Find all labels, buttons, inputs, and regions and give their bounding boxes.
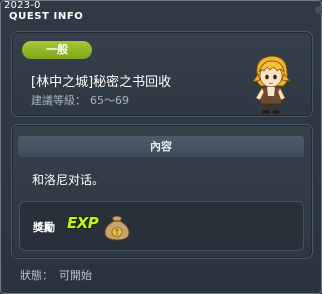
recommended-level: 建議等級： 65～69 [31,92,129,108]
level-label: 建議等級： [31,94,86,107]
year-label: 2023-0 [4,0,41,11]
exp-reward-icon: EXP [67,214,99,232]
status-label: 狀態： [20,269,53,282]
window-title: QUEST INFO [9,11,84,22]
content-header: 內容 [18,136,304,157]
npc-character-icon [252,55,291,114]
close-icon[interactable] [315,6,322,14]
quest-description: 和洛尼对话。 [32,173,105,187]
reward-box: 獎勵 EXP [19,201,304,251]
status-value: 可開始 [59,269,92,282]
quest-content-card: 內容 和洛尼对话。 獎勵 EXP [11,124,313,259]
reward-label: 獎勵 [33,221,55,234]
quest-name: [林中之城]秘密之书回收 [31,75,172,90]
quest-info-window: 2023-0 QUEST INFO 一般 [林中之城]秘密之书回收 建議等級： 6… [0,0,322,294]
quest-status: 狀態： 可開始 [20,267,92,283]
meso-bag-icon [104,215,130,241]
quest-summary-card: 一般 [林中之城]秘密之书回收 建議等級： 65～69 [11,31,313,117]
level-range: 65～69 [90,94,129,107]
quest-category-badge: 一般 [22,41,92,59]
